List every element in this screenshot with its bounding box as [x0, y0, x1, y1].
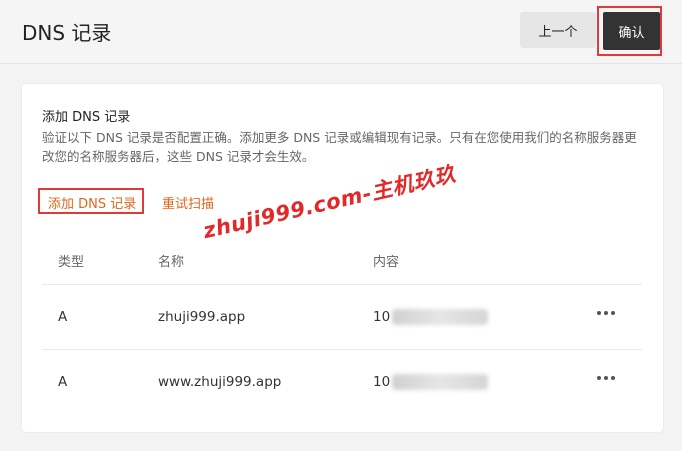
record-content-prefix: 10 — [373, 374, 391, 390]
table-row: A zhuji999.app 10 — [42, 285, 642, 349]
record-name: zhuji999.app — [158, 309, 246, 325]
record-name: www.zhuji999.app — [158, 374, 282, 390]
column-header-type: 类型 — [58, 255, 85, 270]
column-header-content: 内容 — [373, 255, 400, 270]
record-content: 10 — [373, 374, 489, 390]
redacted-ip-blur — [392, 374, 489, 390]
rescan-link[interactable]: 重试扫描 — [162, 193, 214, 212]
previous-button[interactable]: 上一个 — [520, 12, 596, 48]
table-row: A www.zhuji999.app 10 — [42, 350, 642, 414]
record-type: A — [58, 309, 68, 325]
redacted-ip-blur — [392, 309, 489, 325]
confirm-highlight-box — [597, 6, 662, 56]
dns-records-card: 添加 DNS 记录 验证以下 DNS 记录是否配置正确。添加更多 DNS 记录或… — [22, 84, 663, 432]
add-link-highlight-box — [38, 188, 144, 214]
watermark-text: zhuji999.com-主机玖玖 — [200, 161, 458, 244]
card-title: 添加 DNS 记录 — [42, 110, 131, 125]
record-type: A — [58, 374, 68, 390]
record-content: 10 — [373, 309, 489, 325]
record-content-prefix: 10 — [373, 309, 391, 325]
page-title: DNS 记录 — [22, 21, 112, 45]
more-horizontal-icon[interactable] — [594, 368, 618, 388]
more-horizontal-icon[interactable] — [594, 303, 618, 323]
card-description: 验证以下 DNS 记录是否配置正确。添加更多 DNS 记录或编辑现有记录。只有在… — [42, 130, 637, 164]
top-bar: DNS 记录 上一个 确认 — [0, 0, 682, 64]
column-header-name: 名称 — [158, 255, 185, 270]
